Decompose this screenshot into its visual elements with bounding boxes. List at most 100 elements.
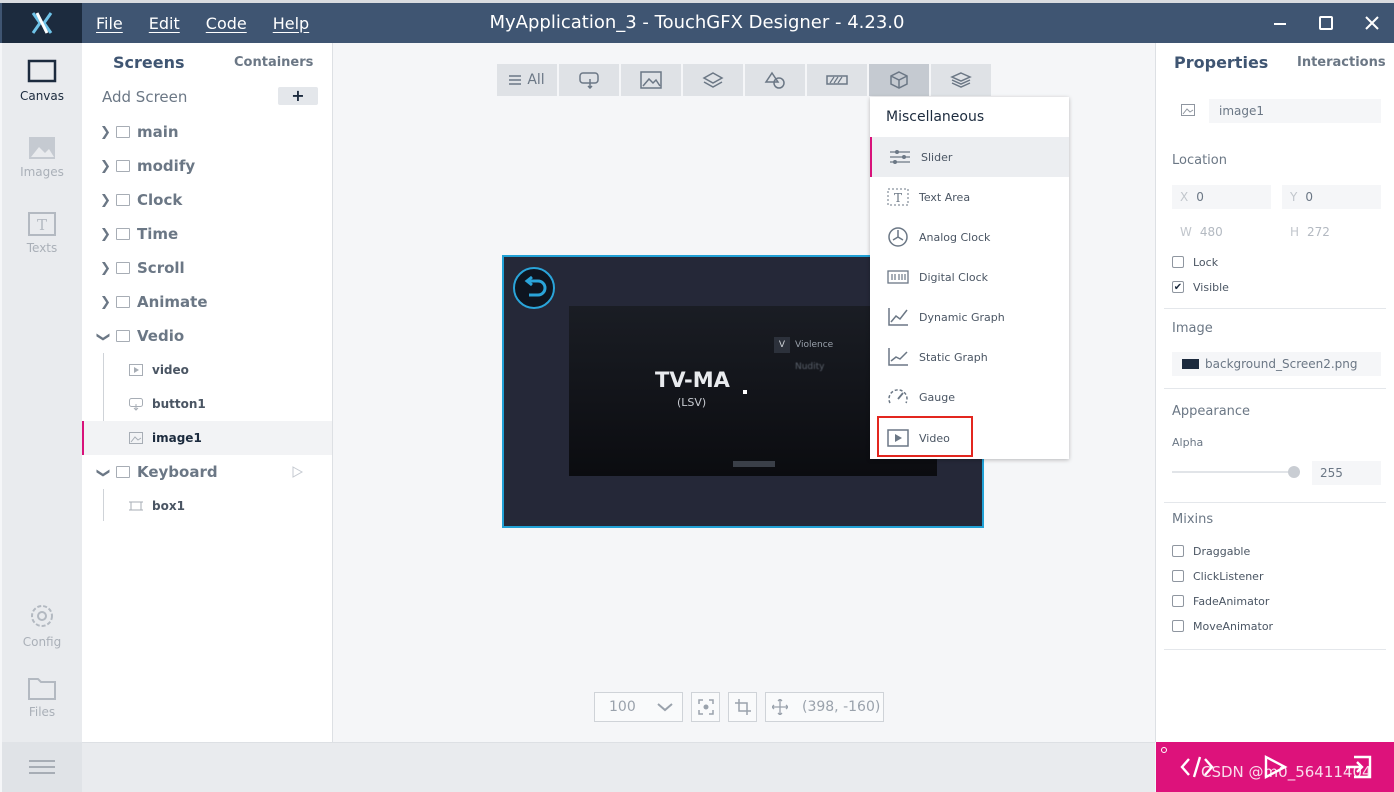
chevron-down-icon[interactable]: ❯ xyxy=(96,467,111,478)
tab-screens[interactable]: Screens xyxy=(113,53,185,72)
tree-screen-label: main xyxy=(137,123,179,141)
alpha-input[interactable]: 255 xyxy=(1312,461,1381,485)
fit-screen-button[interactable] xyxy=(691,692,720,722)
widget-name-input[interactable]: image1 xyxy=(1209,99,1381,123)
rail-texts[interactable]: T Texts xyxy=(2,211,82,255)
checkbox-box[interactable] xyxy=(1172,620,1184,632)
tree-screen-vedio[interactable]: ❯ Vedio xyxy=(82,319,332,353)
checkmark-icon[interactable]: ✔ xyxy=(1172,281,1184,293)
hamburger-menu-button[interactable] xyxy=(2,742,82,792)
tree-widget-box1[interactable]: box1 xyxy=(82,489,332,523)
add-screen-button[interactable]: + xyxy=(278,87,318,105)
chevron-right-icon[interactable]: ❯ xyxy=(100,261,111,276)
chevron-down-icon[interactable]: ❯ xyxy=(96,331,111,342)
tab-interactions[interactable]: Interactions xyxy=(1297,55,1386,70)
tree-screen-animate[interactable]: ❯ Animate xyxy=(82,285,332,319)
progress-icon xyxy=(826,75,848,85)
y-input[interactable]: Y 0 xyxy=(1282,185,1381,209)
w-input[interactable]: W 480 xyxy=(1172,220,1271,244)
menu-help[interactable]: Help xyxy=(273,14,309,33)
rail-files[interactable]: Files xyxy=(2,675,82,719)
play-screen-icon[interactable] xyxy=(291,466,303,478)
tab-properties[interactable]: Properties xyxy=(1174,53,1268,72)
tree-screen-keyboard[interactable]: ❯ Keyboard xyxy=(82,455,332,489)
category-images[interactable] xyxy=(621,64,681,96)
tree-widget-label: video xyxy=(152,363,189,377)
chevron-right-icon[interactable]: ❯ xyxy=(100,295,111,310)
menu-code[interactable]: Code xyxy=(206,14,247,33)
dropdown-item-digital-clock[interactable]: Digital Clock xyxy=(870,257,1069,297)
tree-screen-modify[interactable]: ❯ modify xyxy=(82,149,332,183)
x-input[interactable]: X 0 xyxy=(1172,185,1271,209)
checkbox-box[interactable] xyxy=(1172,545,1184,557)
dropdown-item-dynamic-graph[interactable]: Dynamic Graph xyxy=(870,297,1069,337)
tree-widget-button1[interactable]: button1 xyxy=(82,387,332,421)
chevron-right-icon[interactable]: ❯ xyxy=(100,159,111,174)
screen-icon xyxy=(116,466,130,478)
dropdown-item-slider[interactable]: Slider xyxy=(870,137,1069,177)
image-file-select[interactable]: background_Screen2.png xyxy=(1172,352,1381,376)
mixin-clicklistener[interactable]: ClickListener xyxy=(1172,568,1263,584)
tree-screen-time[interactable]: ❯ Time xyxy=(82,217,332,251)
h-value: 272 xyxy=(1307,225,1330,239)
tree-screen-main[interactable]: ❯ main xyxy=(82,115,332,149)
dynamic-graph-icon xyxy=(886,306,910,328)
menu-edit[interactable]: Edit xyxy=(149,14,180,33)
dropdown-item-label: Slider xyxy=(921,150,953,164)
mixin-moveanimator[interactable]: MoveAnimator xyxy=(1172,618,1273,634)
checkbox-box[interactable] xyxy=(1172,595,1184,607)
tree-widget-video[interactable]: video xyxy=(82,353,332,387)
tree-screen-label: Scroll xyxy=(137,259,185,277)
close-icon[interactable] xyxy=(1362,13,1382,33)
alpha-slider-track[interactable] xyxy=(1172,471,1298,473)
category-progress[interactable] xyxy=(807,64,867,96)
dropdown-item-gauge[interactable]: Gauge xyxy=(870,377,1069,417)
visible-checkbox[interactable]: ✔ Visible xyxy=(1172,279,1229,295)
category-all-button[interactable]: All xyxy=(497,64,557,96)
maximize-icon[interactable] xyxy=(1316,13,1336,33)
h-input[interactable]: H 272 xyxy=(1282,220,1381,244)
rail-config[interactable]: Config xyxy=(2,601,82,649)
checkbox-box[interactable] xyxy=(1172,570,1184,582)
category-buttons[interactable] xyxy=(559,64,619,96)
dropdown-item-analog-clock[interactable]: Analog Clock xyxy=(870,217,1069,257)
tree-widget-image1[interactable]: image1 xyxy=(82,421,332,455)
chevron-right-icon[interactable]: ❯ xyxy=(100,125,111,140)
back-button[interactable] xyxy=(513,267,555,309)
video-highlight-box xyxy=(877,416,973,457)
dropdown-item-label: Gauge xyxy=(919,390,955,404)
category-miscellaneous[interactable] xyxy=(869,64,929,96)
tree-screen-scroll[interactable]: ❯ Scroll xyxy=(82,251,332,285)
rail-canvas[interactable]: Canvas xyxy=(2,59,82,103)
chevron-right-icon[interactable]: ❯ xyxy=(100,227,111,242)
category-layers[interactable] xyxy=(931,64,991,96)
mixin-fadeanimator[interactable]: FadeAnimator xyxy=(1172,593,1269,609)
alpha-slider-knob[interactable] xyxy=(1288,466,1300,478)
checkbox-box[interactable] xyxy=(1172,256,1184,268)
crop-button[interactable] xyxy=(728,692,757,722)
category-containers[interactable] xyxy=(683,64,743,96)
tab-containers[interactable]: Containers xyxy=(234,55,313,70)
category-shapes[interactable] xyxy=(745,64,805,96)
image-icon xyxy=(129,432,143,444)
canvas-icon xyxy=(27,59,57,83)
menu-file[interactable]: File xyxy=(96,14,123,33)
tree-screen-clock[interactable]: ❯ Clock xyxy=(82,183,332,217)
zoom-select[interactable]: 100 xyxy=(594,692,683,722)
digital-clock-icon xyxy=(886,266,910,288)
mixin-label: MoveAnimator xyxy=(1193,619,1274,633)
mixin-draggable[interactable]: Draggable xyxy=(1172,543,1250,559)
dropdown-item-label: Digital Clock xyxy=(919,270,989,284)
rating-item-violence: Violence xyxy=(795,340,834,350)
widget-name-value: image1 xyxy=(1219,104,1265,118)
lock-checkbox[interactable]: Lock xyxy=(1172,254,1218,270)
chevron-right-icon[interactable]: ❯ xyxy=(100,193,111,208)
rating-item-nudity: Nudity xyxy=(795,362,825,372)
dropdown-item-text-area[interactable]: T Text Area xyxy=(870,177,1069,217)
screen-icon xyxy=(116,228,130,240)
rail-images[interactable]: Images xyxy=(2,135,82,179)
h-label: H xyxy=(1290,225,1300,239)
miscellaneous-icon xyxy=(890,71,908,89)
minimize-icon[interactable] xyxy=(1270,13,1290,33)
dropdown-item-static-graph[interactable]: Static Graph xyxy=(870,337,1069,377)
